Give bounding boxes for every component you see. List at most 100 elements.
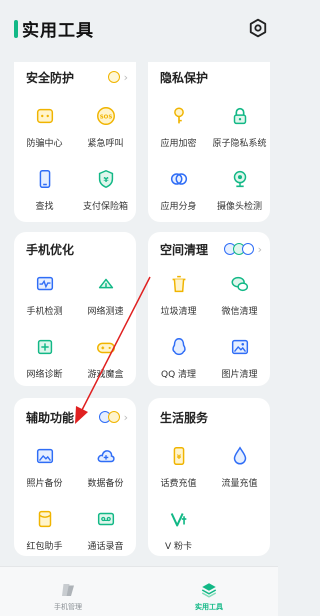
tool-label: 数据备份: [87, 479, 124, 489]
settings-gear-icon[interactable]: [246, 16, 270, 40]
tool-junk-clean[interactable]: 垃圾清理: [148, 272, 209, 317]
tool-label: 原子隐私系统: [212, 139, 267, 149]
lock-icon: [228, 104, 252, 128]
card-assist-header[interactable]: 辅助功能 ›: [26, 402, 128, 432]
tool-photo-clean[interactable]: 图片清理: [209, 335, 270, 380]
card-security-badge: ›: [107, 70, 128, 84]
tool-label: 垃圾清理: [160, 307, 197, 317]
red-packet-icon: [33, 507, 57, 531]
card-security-header[interactable]: 安全防护 ›: [26, 62, 128, 92]
bottom-navigation: 手机管理 实用工具: [0, 566, 278, 616]
tool-label: 网络诊断: [26, 370, 63, 380]
card-assist-badge: ›: [98, 410, 128, 424]
tool-phone-check[interactable]: 手机检测: [14, 272, 75, 317]
tool-label: QQ 清理: [160, 370, 197, 380]
card-assist: 辅助功能 › 照片备份 数据备份 红包助手 通话录音: [14, 398, 136, 556]
tool-data-backup[interactable]: 数据备份: [75, 444, 136, 489]
anti-fraud-icon: [33, 104, 57, 128]
tool-speed-test[interactable]: 网络测速: [75, 272, 136, 317]
pulse-monitor-icon: [33, 272, 57, 296]
tool-game-box[interactable]: 游戏魔盒: [75, 335, 136, 380]
card-space-header[interactable]: 空间清理 ›: [160, 234, 262, 264]
tool-emergency-call[interactable]: SOS 紧急呼叫: [75, 104, 136, 149]
card-privacy-header[interactable]: 隐私保护: [160, 62, 262, 92]
svg-text:¥: ¥: [176, 453, 181, 461]
security-status-icon: [107, 71, 120, 83]
tool-app-lock[interactable]: 应用加密: [148, 104, 209, 149]
photo-backup-icon: [33, 444, 57, 468]
nav-tools[interactable]: 实用工具: [169, 581, 249, 612]
tool-qq-clean[interactable]: QQ 清理: [148, 335, 209, 380]
nav-phone-manage[interactable]: 手机管理: [28, 581, 108, 612]
card-space-clean: 空间清理 › 垃圾清理 微信清理 QQ 清理 图片清理: [148, 232, 270, 386]
chevron-right-icon: ›: [257, 242, 262, 256]
nav-label: 实用工具: [195, 603, 223, 611]
tool-label: 应用加密: [160, 139, 197, 149]
title-accent-bar: [14, 20, 18, 38]
tool-label: 照片备份: [26, 479, 63, 489]
app-header: 实用工具: [0, 0, 278, 62]
tool-label: 话费充值: [160, 479, 197, 489]
card-privacy-title: 隐私保护: [160, 70, 209, 85]
network-speed-icon: [94, 272, 118, 296]
tool-red-packet[interactable]: 红包助手: [14, 507, 75, 552]
tool-app-clone[interactable]: 应用分身: [148, 167, 209, 212]
card-security: 安全防护 › 防骗中心 SOS 紧急呼叫 查找 ¥ 支付保险箱: [14, 62, 136, 222]
phone-topup-icon: ¥: [167, 444, 191, 468]
tool-v-fan-card[interactable]: V 粉卡: [148, 507, 209, 552]
wechat-icon: [228, 272, 252, 296]
tool-network-diagnose[interactable]: 网络诊断: [14, 335, 75, 380]
card-security-title: 安全防护: [26, 70, 75, 85]
clone-circles-icon: [167, 167, 191, 191]
tool-find-device[interactable]: 查找: [14, 167, 75, 212]
tool-label: 手机检测: [26, 307, 63, 317]
tool-call-recording[interactable]: 通话录音: [75, 507, 136, 552]
card-space-title: 空间清理: [160, 242, 209, 257]
tool-data-topup[interactable]: 流量充值: [209, 444, 270, 489]
trash-icon: [167, 272, 191, 296]
key-icon: [167, 104, 191, 128]
qq-penguin-icon: [167, 335, 191, 359]
tool-wechat-clean[interactable]: 微信清理: [209, 272, 270, 317]
tool-camera-detect[interactable]: 摄像头检测: [209, 167, 270, 212]
card-phone-optimize: 手机优化 手机检测 网络测速 网络诊断 游戏魔盒: [14, 232, 136, 386]
page-title: 实用工具: [22, 21, 94, 41]
tool-label: 查找: [35, 202, 54, 212]
card-assist-title: 辅助功能: [26, 410, 75, 425]
card-life-title: 生活服务: [160, 410, 209, 425]
tool-atom-privacy[interactable]: 原子隐私系统: [209, 104, 270, 149]
gamepad-icon: [94, 335, 118, 359]
water-drop-icon: [228, 444, 252, 468]
image-icon: [228, 335, 252, 359]
svg-text:¥: ¥: [103, 175, 109, 184]
chevron-right-icon: ›: [123, 70, 128, 84]
card-life-header[interactable]: 生活服务: [160, 402, 262, 432]
card-space-badge: ›: [223, 242, 262, 256]
v-card-icon: [167, 507, 191, 531]
status-dot-icon: [107, 411, 120, 423]
tool-label: 应用分身: [160, 202, 197, 212]
card-phone-header[interactable]: 手机优化: [26, 234, 128, 264]
cloud-icon: [94, 444, 118, 468]
tool-label: 红包助手: [26, 542, 63, 552]
phone-manage-icon: [62, 584, 74, 596]
tool-label: 流量充值: [221, 479, 258, 489]
card-life-service: 生活服务 ¥ 话费充值 流量充值 V 粉卡: [148, 398, 270, 556]
tool-phone-topup[interactable]: ¥ 话费充值: [148, 444, 209, 489]
tool-payment-safe[interactable]: ¥ 支付保险箱: [75, 167, 136, 212]
cassette-icon: [94, 507, 118, 531]
tool-label: 紧急呼叫: [87, 139, 124, 149]
shield-yen-icon: ¥: [94, 167, 118, 191]
tools-stack-icon: [201, 583, 217, 598]
svg-text:SOS: SOS: [99, 114, 112, 120]
nav-label: 手机管理: [54, 603, 82, 611]
tool-label: 防骗中心: [26, 139, 63, 149]
webcam-icon: [228, 167, 252, 191]
tool-label: 摄像头检测: [216, 202, 262, 212]
tool-anti-fraud[interactable]: 防骗中心: [14, 104, 75, 149]
diagnose-box-icon: [33, 335, 57, 359]
tool-label: V 粉卡: [164, 542, 193, 552]
tool-photo-backup[interactable]: 照片备份: [14, 444, 75, 489]
card-privacy: 隐私保护 应用加密 原子隐私系统 应用分身 摄像头检测: [148, 62, 270, 222]
tool-label: 图片清理: [221, 370, 258, 380]
